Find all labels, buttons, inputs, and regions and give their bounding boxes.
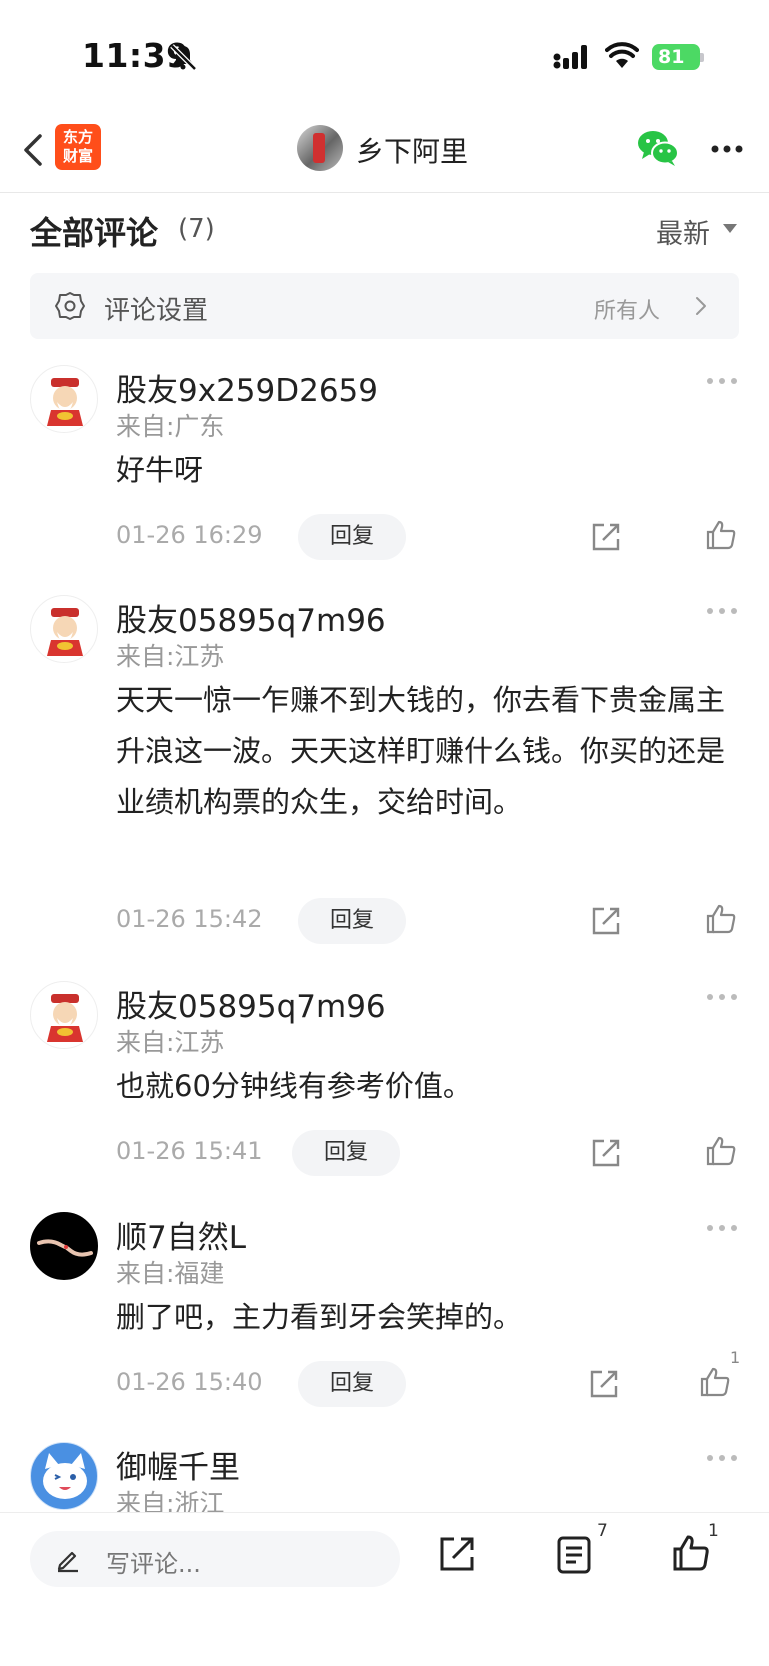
chevron-right-icon — [696, 297, 706, 315]
comment-input-placeholder: 写评论... — [106, 1550, 201, 1578]
like-count: 1 — [730, 1348, 741, 1367]
reply-button[interactable]: 回复 — [298, 514, 406, 560]
hands-avatar-icon — [37, 1239, 93, 1257]
share-icon[interactable] — [588, 1368, 620, 1400]
commenter-name[interactable]: 顺7自然L — [116, 1212, 246, 1257]
nav-bar: 东方 财富 乡下阿里 — [0, 110, 769, 193]
more-icon[interactable] — [706, 377, 738, 385]
back-arrow-icon[interactable] — [20, 130, 50, 170]
logo-text-line1: 东方 — [62, 128, 93, 146]
comment-text: 删了吧，主力看到牙会笑掉的。 — [116, 1300, 523, 1334]
comment-time: 01-26 15:40 — [116, 1368, 263, 1396]
caishen-avatar-icon — [47, 608, 83, 656]
commenter-name[interactable]: 御幄千里 — [116, 1442, 240, 1487]
comment-count-badge: 7 — [597, 1521, 608, 1541]
gear-icon — [55, 292, 85, 320]
more-menu-icon[interactable] — [710, 144, 744, 154]
wifi-icon — [605, 42, 639, 68]
comment-text: 天天一惊一乍赚不到大钱的，你去看下贵金属主升浪这一波。天天这样盯赚什么钱。你买的… — [116, 683, 726, 819]
commenter-location: 来自:广东 — [116, 412, 225, 441]
comment-time: 01-26 15:42 — [116, 905, 263, 933]
status-bar: 11:39 81 — [0, 0, 769, 110]
comment-text: 也就60分钟线有参考价值。 — [116, 1069, 472, 1103]
settings-label: 评论设置 — [104, 296, 209, 326]
avatar[interactable] — [30, 1212, 98, 1280]
comment-settings-row[interactable]: 评论设置 所有人 — [30, 273, 739, 339]
caishen-avatar-icon — [47, 994, 83, 1042]
commenter-location: 来自:江苏 — [116, 1028, 225, 1057]
share-icon[interactable] — [590, 1137, 622, 1169]
avatar[interactable] — [30, 365, 98, 433]
comment-time: 01-26 15:41 — [116, 1137, 263, 1165]
comment-input[interactable]: 写评论... — [30, 1531, 400, 1587]
thumbs-up-icon[interactable] — [704, 518, 738, 552]
share-icon[interactable] — [590, 521, 622, 553]
commenter-name[interactable]: 股友9x259D2659 — [116, 365, 378, 410]
thumbs-up-icon[interactable] — [698, 1365, 732, 1399]
bell-muted-icon — [170, 44, 197, 71]
commenter-name[interactable]: 股友05895q7m96 — [116, 595, 386, 640]
more-icon[interactable] — [706, 607, 738, 615]
cellular-signal-icon — [553, 45, 587, 69]
settings-value: 所有人 — [594, 299, 661, 324]
battery-level: 81 — [652, 44, 700, 70]
bottom-bar: 写评论... 7 1 — [0, 1512, 769, 1666]
sort-dropdown[interactable]: 最新 — [656, 212, 710, 251]
comment-text: 好牛呀 — [116, 453, 204, 487]
comment-time: 01-26 16:29 — [116, 521, 263, 549]
author-name[interactable]: 乡下阿里 — [356, 130, 468, 170]
comment-list-icon[interactable] — [556, 1535, 592, 1575]
caishen-avatar-icon — [47, 378, 83, 426]
cat-avatar-icon — [43, 1453, 87, 1499]
logo-text-line2: 财富 — [62, 147, 93, 165]
thumbs-up-icon[interactable] — [671, 1533, 711, 1573]
like-count-badge: 1 — [708, 1521, 719, 1541]
comments-title: 全部评论 — [30, 214, 159, 252]
author-avatar[interactable] — [297, 125, 343, 171]
commenter-name[interactable]: 股友05895q7m96 — [116, 981, 386, 1026]
share-icon[interactable] — [438, 1535, 476, 1573]
reply-button[interactable]: 回复 — [292, 1130, 400, 1176]
pencil-icon — [57, 1551, 78, 1573]
avatar[interactable] — [30, 595, 98, 663]
reply-button[interactable]: 回复 — [298, 1361, 406, 1407]
wechat-share-icon[interactable] — [636, 128, 680, 168]
avatar[interactable] — [30, 1442, 98, 1510]
commenter-location: 来自:福建 — [116, 1259, 225, 1288]
caret-down-icon[interactable] — [723, 224, 737, 233]
commenter-location: 来自:江苏 — [116, 642, 225, 671]
thumbs-up-icon[interactable] — [704, 902, 738, 936]
more-icon[interactable] — [706, 1224, 738, 1232]
comments-count: (7) — [178, 214, 215, 244]
thumbs-up-icon[interactable] — [704, 1134, 738, 1168]
app-logo[interactable]: 东方 财富 — [55, 124, 101, 170]
avatar[interactable] — [30, 981, 98, 1049]
more-icon[interactable] — [706, 1454, 738, 1462]
share-icon[interactable] — [590, 905, 622, 937]
battery-cap — [700, 53, 704, 62]
more-icon[interactable] — [706, 993, 738, 1001]
reply-button[interactable]: 回复 — [298, 898, 406, 944]
